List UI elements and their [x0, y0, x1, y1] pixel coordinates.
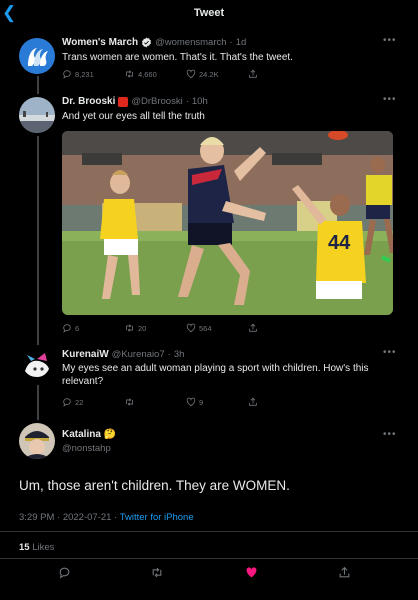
verified-badge-icon	[142, 37, 152, 48]
tweet-datetime[interactable]: 3:29 PM · 2022-07-21 ·	[19, 512, 117, 523]
reply-icon	[63, 70, 71, 79]
share-button[interactable]	[248, 397, 258, 407]
retweet-button[interactable]	[124, 397, 186, 407]
timestamp[interactable]: 1d	[236, 37, 247, 48]
more-icon[interactable]: •••	[383, 94, 397, 105]
retweet-icon	[126, 324, 133, 332]
thread-line	[37, 384, 39, 420]
focused-tweet-actions	[0, 566, 418, 588]
tweet-actions: 8,231 4,660 24.2K	[62, 69, 258, 79]
likes-count: 15	[19, 542, 30, 553]
share-icon	[249, 397, 257, 406]
dot-separator: ·	[229, 37, 233, 48]
divider	[0, 531, 418, 532]
top-bar: ❮ Tweet	[0, 0, 418, 26]
heart-icon	[246, 567, 257, 578]
retweet-button[interactable]: 4,660	[124, 69, 186, 79]
retweet-icon	[152, 567, 162, 578]
more-icon[interactable]: •••	[383, 347, 397, 358]
retweet-icon	[126, 70, 133, 78]
reply-icon	[59, 567, 70, 579]
author-name[interactable]: Women's March	[62, 37, 138, 48]
reply-button[interactable]: 8,231	[62, 69, 124, 79]
timestamp[interactable]: 10h	[192, 96, 208, 107]
retweet-count: 20	[138, 323, 147, 333]
avatar[interactable]	[19, 423, 55, 459]
retweet-icon	[126, 398, 133, 406]
more-icon[interactable]: •••	[383, 35, 397, 46]
heart-icon	[186, 69, 196, 79]
retweet-button[interactable]: 20	[124, 323, 186, 333]
share-button[interactable]	[248, 69, 258, 79]
reply-count: 22	[75, 397, 84, 407]
more-icon[interactable]: •••	[383, 429, 397, 440]
share-button[interactable]	[248, 323, 258, 333]
jersey-number: 44	[328, 232, 351, 254]
reply-button[interactable]: 6	[62, 323, 124, 333]
reply-count: 8,231	[75, 69, 94, 79]
heart-icon	[186, 323, 196, 333]
tweet-photo[interactable]: 44	[62, 131, 393, 315]
retweet-count: 4,660	[138, 69, 157, 79]
tweet-actions: 22 9	[62, 397, 258, 407]
like-button[interactable]: 564	[186, 323, 248, 333]
tweet-text: And yet our eyes all tell the truth	[62, 111, 205, 122]
tweet-text-line: relevant?	[62, 376, 104, 387]
timestamp[interactable]: 3h	[174, 349, 185, 360]
page-title: Tweet	[193, 7, 225, 19]
avatar[interactable]	[19, 38, 55, 74]
officer-avatar-icon	[19, 423, 55, 459]
like-count: 9	[199, 397, 204, 407]
author-name[interactable]: KurenaiW	[62, 349, 109, 360]
tweet-header: Women's March @womensmarch · 1d	[62, 37, 246, 48]
tweet-source-link[interactable]: Twitter for iPhone	[120, 512, 194, 523]
like-count: 24.2K	[199, 69, 219, 79]
tweet-timestamp: 3:29 PM · 2022-07-21 · Twitter for iPhon…	[19, 512, 194, 523]
share-button[interactable]	[338, 566, 351, 584]
retweet-button[interactable]	[150, 566, 164, 584]
author-handle[interactable]: @Kurenaio7	[112, 349, 165, 360]
like-count: 564	[199, 323, 212, 333]
dot-separator: ·	[185, 96, 189, 107]
womens-march-logo-icon	[19, 38, 55, 74]
focused-tweet-header: Katalina 🤔	[62, 429, 116, 440]
landscape-avatar-icon	[19, 97, 55, 133]
likes-label: Likes	[32, 542, 55, 553]
reply-button[interactable]: 22	[62, 397, 124, 407]
tweet-text-line: My eyes see an adult woman playing a spo…	[62, 363, 369, 374]
share-icon	[339, 566, 350, 578]
tweet-header: Dr. Brooski @DrBrooski · 10h	[62, 96, 208, 107]
thread-line	[37, 136, 39, 345]
thread-line	[37, 76, 39, 94]
reply-count: 6	[75, 323, 80, 333]
author-handle[interactable]: @DrBrooski	[131, 96, 182, 107]
dot-separator: ·	[167, 349, 171, 360]
divider	[0, 558, 418, 559]
football-match-photo: 44	[62, 131, 393, 315]
tweet-text: Trans women are women. That's it. That's…	[62, 52, 293, 63]
share-icon	[249, 323, 257, 332]
like-button[interactable]: 9	[186, 397, 248, 407]
author-handle[interactable]: @nonstahp	[62, 443, 111, 454]
reply-icon	[63, 398, 71, 407]
author-handle[interactable]: @womensmarch	[155, 37, 226, 48]
heart-icon	[186, 397, 196, 407]
likes-summary[interactable]: 15 Likes	[19, 542, 54, 553]
like-button[interactable]	[245, 566, 258, 584]
tweet-actions: 6 20 564	[62, 323, 258, 333]
reply-icon	[63, 324, 71, 333]
like-button[interactable]: 24.2K	[186, 69, 248, 79]
avatar[interactable]	[19, 97, 55, 133]
share-icon	[249, 69, 257, 78]
focused-tweet-text: Um, those aren't children. They are WOME…	[19, 478, 290, 493]
tweet-text: My eyes see an adult woman playing a spo…	[62, 362, 387, 388]
author-name[interactable]: Dr. Brooski	[62, 96, 115, 107]
thinking-face-emoji-icon: 🤔	[103, 429, 117, 440]
reply-button[interactable]	[58, 566, 71, 584]
author-name[interactable]: Katalina	[62, 429, 101, 440]
red-square-emoji-icon	[118, 96, 129, 107]
anime-character-avatar-icon	[19, 349, 55, 385]
tweet-header: KurenaiW @Kurenaio7 · 3h	[62, 349, 184, 360]
avatar[interactable]	[19, 349, 55, 385]
